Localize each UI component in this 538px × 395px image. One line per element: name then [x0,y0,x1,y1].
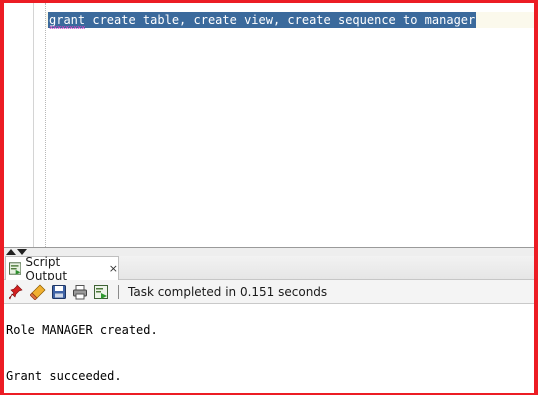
output-toolbar: Task completed in 0.151 seconds [4,280,534,304]
script-output-icon [9,262,22,275]
selected-sql-statement[interactable]: grant create table, create view, create … [48,12,477,28]
collapse-up-icon[interactable] [6,249,16,255]
task-status-text: Task completed in 0.151 seconds [128,284,328,299]
output-tab-strip: Script Output × [4,254,534,283]
pin-button[interactable] [8,283,26,301]
fold-margin [45,3,46,247]
run-script-button[interactable] [92,283,110,301]
print-icon [73,284,87,299]
tab-script-output[interactable]: Script Output × [5,254,119,283]
line-number-gutter [33,3,34,247]
clear-button[interactable] [29,283,47,301]
pin-icon [9,283,23,300]
close-icon[interactable]: × [109,263,118,274]
output-line: Grant succeeded. [6,369,122,383]
output-line: Role MANAGER created. [6,323,158,337]
script-output-area[interactable]: Role MANAGER created. Grant succeeded. [4,305,534,393]
eraser-icon [30,284,46,300]
sql-worksheet-editor[interactable]: grant create table, create view, create … [4,3,534,247]
toolbar-separator [118,284,119,299]
print-button[interactable] [71,283,89,301]
tab-label: Script Output [25,254,68,283]
save-button[interactable] [50,283,68,301]
splitter-arrows[interactable] [6,248,27,256]
save-icon [52,284,66,299]
spelling-underline [49,26,85,29]
run-script-icon [94,284,108,299]
